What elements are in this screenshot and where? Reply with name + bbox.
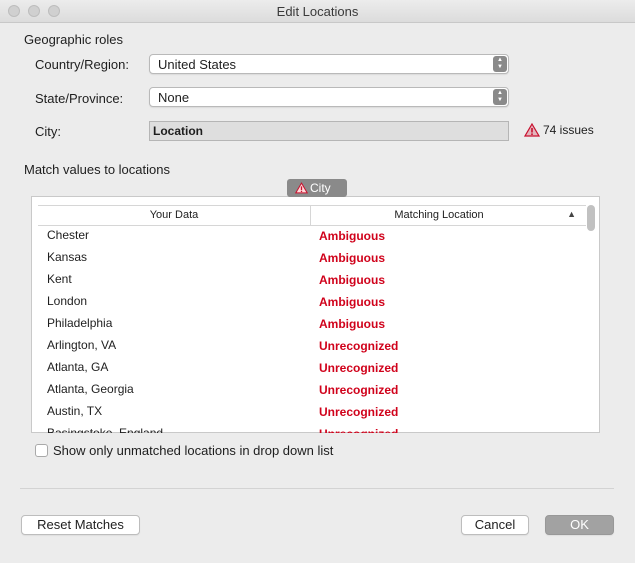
sort-ascending-icon: ▲ [567, 209, 576, 219]
match-table[interactable]: Your Data Matching Location ▲ Chester Amb… [31, 196, 600, 433]
matching-location-cell[interactable]: Ambiguous [319, 251, 385, 265]
state-label: State/Province: [35, 91, 124, 106]
country-select[interactable]: United States ▲ ▼ [149, 54, 509, 74]
window-title: Edit Locations [276, 4, 359, 19]
table-row[interactable]: Kansas Ambiguous [38, 247, 586, 269]
table-row[interactable]: Basingstoke, England Unrecognized [38, 423, 586, 433]
column-your-data[interactable]: Your Data [38, 209, 310, 221]
table-row[interactable]: Arlington, VA Unrecognized [38, 335, 586, 357]
table-row[interactable]: Chester Ambiguous [38, 225, 586, 247]
show-unmatched-checkbox[interactable] [35, 444, 48, 457]
match-values-heading: Match values to locations [24, 162, 170, 177]
edit-locations-dialog: Edit Locations Geographic roles Country/… [0, 0, 635, 563]
table-header: Your Data Matching Location ▲ [38, 205, 586, 226]
your-data-cell: Arlington, VA [47, 338, 117, 352]
city-field: Location [149, 121, 509, 141]
table-rows: Chester Ambiguous Kansas Ambiguous Kent Ambig… [38, 225, 586, 433]
city-label: City: [35, 124, 61, 139]
city-filter-badge[interactable]: City [287, 179, 347, 197]
reset-matches-button[interactable]: Reset Matches [21, 515, 140, 535]
matching-location-cell[interactable]: Ambiguous [319, 295, 385, 309]
table-row[interactable]: Atlanta, GA Unrecognized [38, 357, 586, 379]
table-row[interactable]: Atlanta, Georgia Unrecognized [38, 379, 586, 401]
city-field-value: Location [153, 124, 203, 138]
updown-chevron-icon: ▲ ▼ [493, 89, 507, 105]
separator [20, 488, 614, 489]
warning-triangle-icon [524, 122, 540, 137]
your-data-cell: London [47, 294, 88, 308]
your-data-cell: Philadelphia [47, 316, 113, 330]
your-data-cell: Chester [47, 228, 90, 242]
matching-location-cell[interactable]: Ambiguous [319, 229, 385, 243]
your-data-cell: Kansas [47, 250, 88, 264]
ok-button[interactable]: OK [545, 515, 614, 535]
city-badge-label: City [310, 181, 331, 195]
your-data-cell: Kent [47, 272, 72, 286]
country-select-value: United States [158, 57, 237, 72]
state-select[interactable]: None ▲ ▼ [149, 87, 509, 107]
table-row[interactable]: Philadelphia Ambiguous [38, 313, 586, 335]
state-select-value: None [158, 90, 190, 105]
matching-location-cell[interactable]: Unrecognized [319, 405, 398, 419]
matching-location-cell[interactable]: Ambiguous [319, 317, 385, 331]
updown-chevron-icon: ▲ ▼ [493, 56, 507, 72]
matching-location-cell[interactable]: Unrecognized [319, 427, 398, 433]
table-scrollbar[interactable] [587, 205, 595, 231]
column-matching-location[interactable]: Matching Location [311, 209, 567, 221]
issues-count: 74 issues [543, 122, 594, 137]
matching-location-cell[interactable]: Unrecognized [319, 361, 398, 375]
your-data-cell: Austin, TX [47, 404, 103, 418]
show-unmatched-label: Show only unmatched locations in drop do… [53, 443, 334, 458]
table-row[interactable]: Kent Ambiguous [38, 269, 586, 291]
country-label: Country/Region: [35, 57, 129, 72]
warning-triangle-icon [295, 182, 308, 194]
title-bar: Edit Locations [0, 0, 635, 23]
geographic-roles-heading: Geographic roles [24, 32, 123, 47]
table-row[interactable]: Austin, TX Unrecognized [38, 401, 586, 423]
matching-location-cell[interactable]: Unrecognized [319, 339, 398, 353]
matching-location-cell[interactable]: Unrecognized [319, 383, 398, 397]
your-data-cell: Basingstoke, England [47, 426, 164, 433]
your-data-cell: Atlanta, GA [47, 360, 109, 374]
cancel-button[interactable]: Cancel [461, 515, 529, 535]
your-data-cell: Atlanta, Georgia [47, 382, 134, 396]
issues-link[interactable]: 74 issues [524, 122, 594, 137]
table-row[interactable]: London Ambiguous [38, 291, 586, 313]
matching-location-cell[interactable]: Ambiguous [319, 273, 385, 287]
